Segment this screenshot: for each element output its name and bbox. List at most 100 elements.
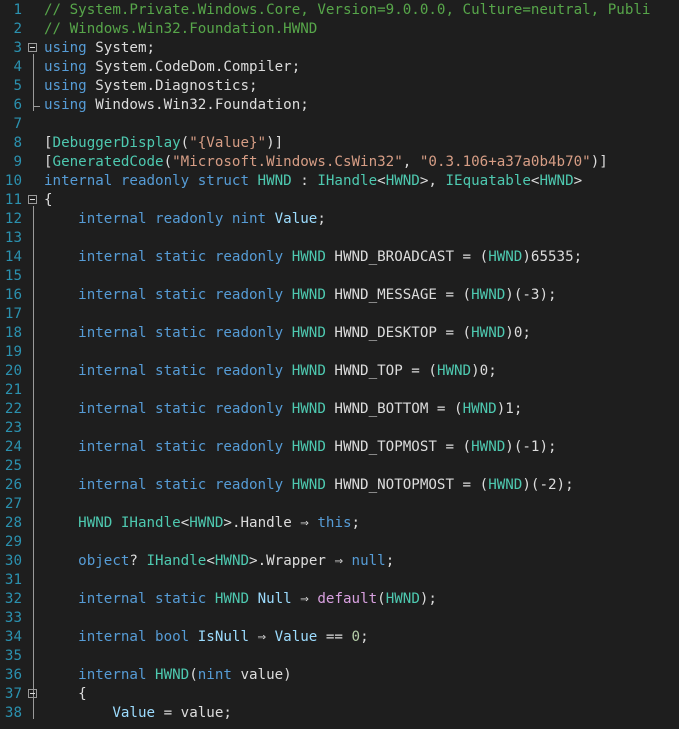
code-text: internal bool IsNull ⇒ Value == 0; bbox=[44, 628, 368, 647]
code-token: >.Handle ⇒ bbox=[223, 515, 318, 531]
code-token: )0; bbox=[505, 325, 531, 341]
code-line[interactable]: 37 { bbox=[0, 685, 679, 704]
fold-guide-end bbox=[33, 106, 40, 107]
code-line[interactable]: 30 object? IHandle<HWND>.Wrapper ⇒ null; bbox=[0, 552, 679, 571]
code-token: HWND bbox=[155, 667, 190, 683]
code-text: // System.Private.Windows.Core, Version=… bbox=[44, 1, 650, 20]
code-token: > bbox=[573, 173, 583, 189]
code-token: HWND bbox=[471, 325, 506, 341]
code-token: HWND bbox=[539, 173, 574, 189]
code-line[interactable]: 11 { bbox=[0, 191, 679, 210]
code-line[interactable]: 27 bbox=[0, 495, 679, 514]
code-token: HWND bbox=[436, 363, 472, 379]
line-number: 16 bbox=[4, 287, 22, 303]
line-number: 24 bbox=[4, 439, 22, 455]
code-line[interactable]: 8 [DebuggerDisplay("{Value}")] bbox=[0, 134, 679, 153]
code-line[interactable]: 21 bbox=[0, 381, 679, 400]
code-token: HWND bbox=[291, 363, 326, 379]
code-text: internal static readonly HWND HWND_MESSA… bbox=[44, 286, 556, 305]
code-line[interactable]: 16 internal static readonly HWND HWND_ME… bbox=[0, 286, 679, 305]
code-line[interactable]: 14 internal static readonly HWND HWND_BR… bbox=[0, 248, 679, 267]
code-token: internal static readonly bbox=[44, 477, 292, 493]
code-token: nint bbox=[197, 667, 232, 683]
code-token: , bbox=[402, 154, 420, 170]
code-token: ( bbox=[377, 591, 386, 607]
code-line[interactable]: 35 bbox=[0, 647, 679, 666]
code-line[interactable]: 38 Value = value; bbox=[0, 704, 679, 723]
line-number: 18 bbox=[4, 325, 22, 341]
code-line[interactable]: 1 // System.Private.Windows.Core, Version… bbox=[0, 1, 679, 20]
code-line[interactable]: 32 internal static HWND Null ⇒ default(H… bbox=[0, 590, 679, 609]
code-line[interactable]: 26 internal static readonly HWND HWND_NO… bbox=[0, 476, 679, 495]
code-text: using System.Diagnostics; bbox=[44, 77, 258, 96]
code-line[interactable]: 6 using Windows.Win32.Foundation; bbox=[0, 96, 679, 115]
code-token: >, bbox=[419, 173, 446, 189]
line-number: 11 bbox=[4, 192, 22, 208]
code-line[interactable]: 15 bbox=[0, 267, 679, 286]
code-token: HWND_TOP = ( bbox=[325, 363, 437, 379]
code-token: internal static readonly bbox=[44, 287, 292, 303]
code-text: [GeneratedCode("Microsoft.Windows.CsWin3… bbox=[44, 153, 608, 172]
code-token: ; bbox=[385, 553, 395, 569]
code-token: Null bbox=[257, 591, 292, 607]
code-line[interactable]: 24 internal static readonly HWND HWND_TO… bbox=[0, 438, 679, 457]
code-line[interactable]: 13 bbox=[0, 229, 679, 248]
code-token: IHandle bbox=[317, 173, 378, 189]
code-line[interactable]: 33 bbox=[0, 609, 679, 628]
code-line[interactable]: 3 using System; bbox=[0, 39, 679, 58]
code-token: internal static readonly bbox=[44, 325, 292, 341]
code-token: internal static readonly bbox=[44, 439, 292, 455]
code-line[interactable]: 20 internal static readonly HWND HWND_TO… bbox=[0, 362, 679, 381]
line-number: 13 bbox=[4, 230, 22, 246]
code-line[interactable]: 25 bbox=[0, 457, 679, 476]
code-line[interactable]: 7 bbox=[0, 115, 679, 134]
code-token: Value bbox=[274, 211, 318, 227]
line-number: 8 bbox=[13, 135, 22, 151]
collapse-icon[interactable] bbox=[28, 195, 37, 204]
code-text: internal static readonly HWND HWND_DESKT… bbox=[44, 324, 531, 343]
code-line[interactable]: 31 bbox=[0, 571, 679, 590]
code-token: HWND_BROADCAST = ( bbox=[325, 249, 489, 265]
code-line[interactable]: 29 bbox=[0, 533, 679, 552]
code-token: value) bbox=[231, 667, 292, 683]
code-line[interactable]: 19 bbox=[0, 343, 679, 362]
code-editor[interactable]: 1 // System.Private.Windows.Core, Version… bbox=[0, 0, 679, 729]
code-line[interactable]: 17 bbox=[0, 305, 679, 324]
code-line[interactable]: 18 internal static readonly HWND HWND_DE… bbox=[0, 324, 679, 343]
code-token: < bbox=[180, 515, 190, 531]
code-token: internal bbox=[44, 667, 156, 683]
code-token: IEquatable bbox=[445, 173, 531, 189]
code-token: internal static readonly bbox=[44, 249, 292, 265]
code-token: HWND bbox=[291, 249, 326, 265]
code-line[interactable]: 5 using System.Diagnostics; bbox=[0, 77, 679, 96]
code-token: ); bbox=[419, 591, 437, 607]
code-line[interactable]: 10 internal readonly struct HWND : IHandl… bbox=[0, 172, 679, 191]
code-token: HWND bbox=[189, 515, 224, 531]
code-text: internal static readonly HWND HWND_TOPMO… bbox=[44, 438, 556, 457]
code-token: HWND bbox=[78, 515, 113, 531]
code-line[interactable]: 34 internal bool IsNull ⇒ Value == 0; bbox=[0, 628, 679, 647]
code-token: System; bbox=[86, 40, 156, 56]
code-line[interactable]: 28 HWND IHandle<HWND>.Handle ⇒ this; bbox=[0, 514, 679, 533]
collapse-icon[interactable] bbox=[28, 689, 37, 698]
code-line[interactable]: 36 internal HWND(nint value) bbox=[0, 666, 679, 685]
code-token: ? bbox=[129, 553, 147, 569]
code-text: Value = value; bbox=[44, 704, 232, 723]
line-number: 6 bbox=[13, 97, 22, 113]
code-token: internal readonly struct bbox=[44, 173, 258, 189]
collapse-icon[interactable] bbox=[28, 43, 37, 52]
code-token: HWND_BOTTOM = ( bbox=[325, 401, 463, 417]
code-line[interactable]: 22 internal static readonly HWND HWND_BO… bbox=[0, 400, 679, 419]
code-line[interactable]: 23 bbox=[0, 419, 679, 438]
code-line[interactable]: 12 internal readonly nint Value; bbox=[0, 210, 679, 229]
code-line[interactable]: 4 using System.CodeDom.Compiler; bbox=[0, 58, 679, 77]
line-number: 15 bbox=[4, 268, 22, 284]
line-number: 14 bbox=[4, 249, 22, 265]
code-token: "0.3.106+a37a0b4b70" bbox=[419, 154, 591, 170]
code-line[interactable]: 2 // Windows.Win32.Foundation.HWND bbox=[0, 20, 679, 39]
code-token: internal static readonly bbox=[44, 401, 292, 417]
code-line[interactable]: 9 [GeneratedCode("Microsoft.Windows.CsWin… bbox=[0, 153, 679, 172]
